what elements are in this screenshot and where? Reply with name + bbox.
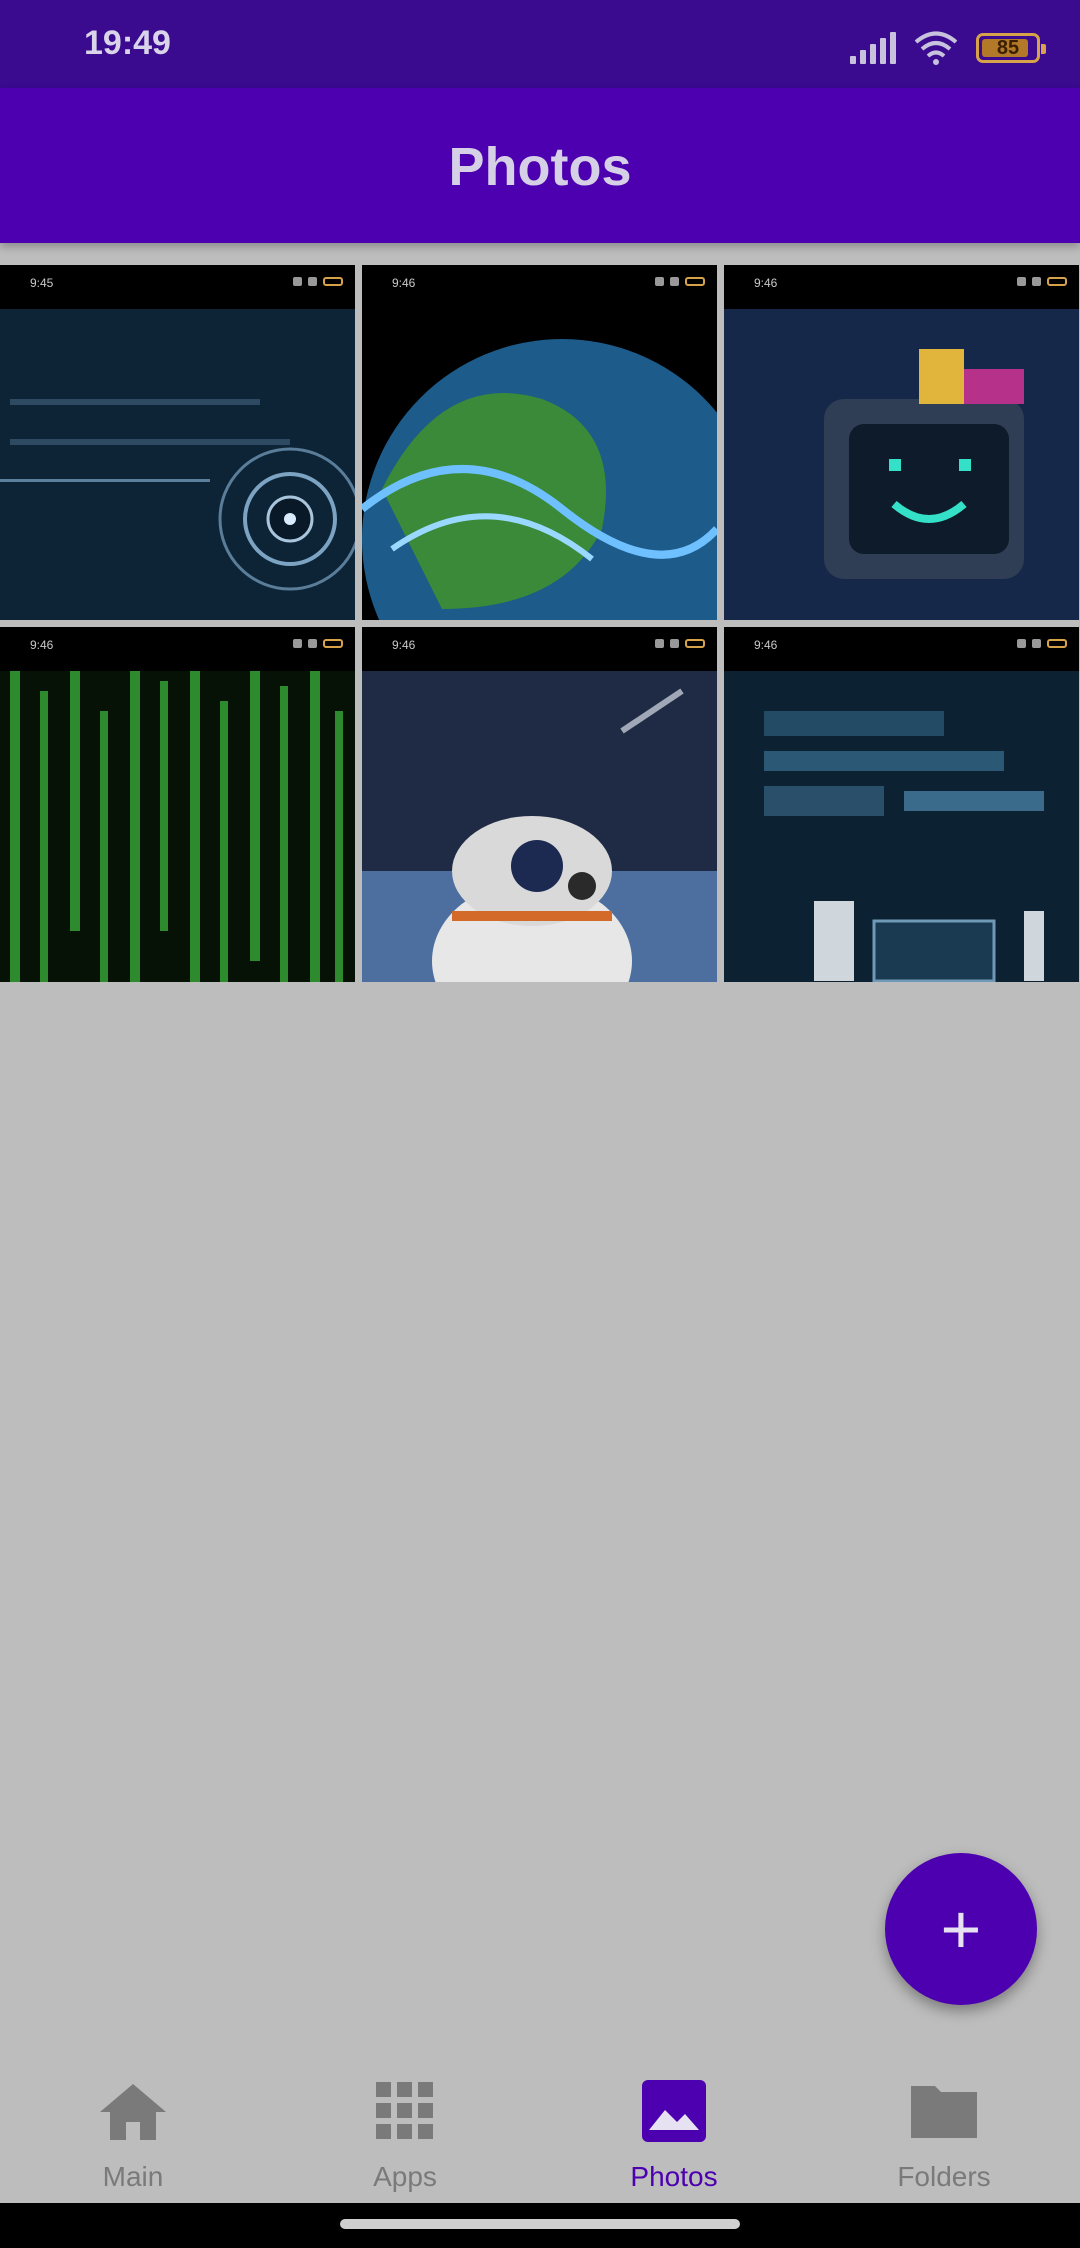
nav-label-folders: Folders [897,2161,991,2192]
photo-thumbnail[interactable]: 9:46 [0,627,355,982]
system-navigation-bar [0,2203,1080,2248]
photo-image [0,671,355,982]
thumbnail-time: 9:46 [392,276,416,290]
photo-thumbnail[interactable]: 9:46 [724,627,1079,982]
status-bar: 19:49 85 [0,0,1080,88]
nav-label-apps: Apps [373,2161,437,2192]
battery-level: 85 [996,37,1020,59]
thumbnail-time: 9:46 [30,638,54,652]
photo-image [362,671,717,982]
photo-image [0,309,355,620]
battery-icon: 85 [976,33,1046,63]
nav-label-photos: Photos [630,2161,718,2192]
thumbnail-time: 9:46 [392,638,416,652]
photo-image [724,671,1079,982]
nav-label-main: Main [102,2161,164,2192]
plus-icon: + [940,1890,982,1968]
photo-image [724,309,1079,620]
cellular-signal-icon [850,32,896,64]
photo-image [362,309,717,620]
nav-item-apps[interactable]: Apps [305,2080,505,2193]
photo-thumbnail[interactable]: 9:45 [0,265,355,620]
folder-icon [911,2086,977,2138]
photo-thumbnail[interactable]: 9:46 [362,265,717,620]
thumbnail-time: 9:45 [30,276,54,290]
nav-item-photos[interactable]: Photos [574,2080,774,2193]
thumbnail-time: 9:46 [754,276,778,290]
add-photo-button[interactable]: + [885,1853,1037,2005]
home-icon [100,2084,166,2140]
photo-thumbnail[interactable]: 9:46 [724,265,1079,620]
home-indicator[interactable] [340,2219,740,2229]
nav-item-folders[interactable]: Folders [844,2080,1044,2193]
apps-grid-icon [376,2082,433,2139]
wifi-icon [914,31,958,65]
nav-item-main[interactable]: Main [33,2080,233,2193]
photo-thumbnail[interactable]: 9:46 [362,627,717,982]
status-icons: 85 [850,28,1046,68]
bottom-navigation: Main Apps Photos Folders [0,2060,1080,2202]
photo-icon [642,2080,706,2142]
status-time: 19:49 [84,24,171,62]
thumbnail-time: 9:46 [754,638,778,652]
app-bar: Photos [0,88,1080,243]
page-title: Photos [448,137,632,197]
